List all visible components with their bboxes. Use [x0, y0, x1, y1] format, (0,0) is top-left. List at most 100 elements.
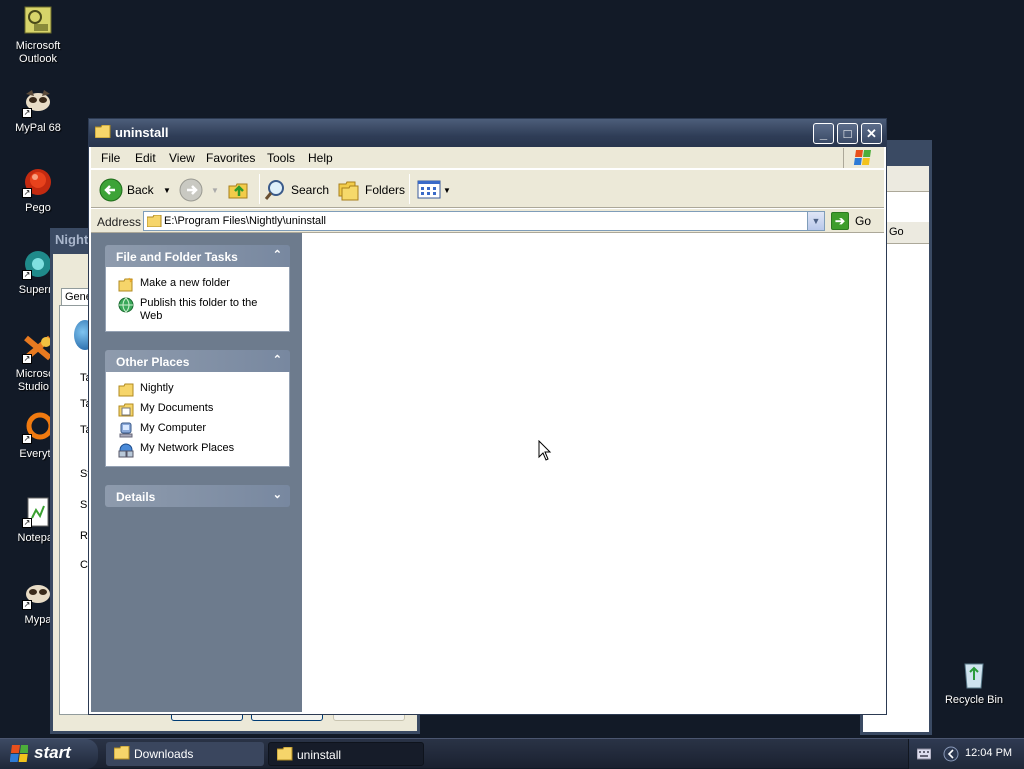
- file-folder-tasks-header[interactable]: File and Folder Tasks ⌃: [105, 245, 290, 267]
- title-bar[interactable]: uninstall _ □ ✕: [89, 119, 886, 147]
- outlook-icon: [22, 4, 54, 36]
- views-dropdown-icon: ▼: [443, 186, 451, 195]
- windows-flag-icon: [9, 745, 29, 763]
- go-button[interactable]: ➔ Go: [831, 211, 881, 231]
- desktop-icon-label: MyPal 68: [15, 122, 61, 134]
- address-bar: Address E:\Program Files\Nightly\uninsta…: [91, 209, 884, 233]
- expand-chevron-icon[interactable]: ⌄: [273, 488, 282, 501]
- desktop-icon-recycle-bin[interactable]: Recycle Bin: [936, 658, 1012, 707]
- task-item-label: Make a new folder: [140, 277, 230, 289]
- views-button[interactable]: ▼: [417, 178, 451, 202]
- address-dropdown-icon[interactable]: ▼: [807, 212, 824, 230]
- search-button[interactable]: Search: [263, 178, 329, 202]
- panel-body: Nightly My Documents My Computer My Netw…: [105, 372, 290, 467]
- search-label: Search: [291, 183, 330, 197]
- taskbar-button-uninstall[interactable]: uninstall: [268, 742, 424, 766]
- menu-file[interactable]: File: [101, 151, 120, 165]
- task-item-label: Publish this folder to the Web: [140, 297, 258, 322]
- place-label: My Network Places: [140, 442, 235, 454]
- back-dropdown-icon[interactable]: ▼: [163, 186, 171, 195]
- other-places-header[interactable]: Other Places ⌃: [105, 350, 290, 372]
- views-grid-icon: [417, 178, 443, 205]
- forward-button[interactable]: [179, 178, 209, 202]
- show-hidden-icons-icon[interactable]: [943, 746, 959, 765]
- shortcut-arrow-icon: ↗: [22, 518, 32, 528]
- start-button[interactable]: start: [0, 739, 98, 769]
- search-icon: [263, 178, 287, 205]
- menu-bar: File Edit View Favorites Tools Help: [91, 147, 884, 169]
- file-folder-tasks-panel: File and Folder Tasks ⌃ Make a new folde…: [105, 245, 290, 332]
- panel-body: Make a new folder Publish this folder to…: [105, 267, 290, 332]
- address-label: Address: [97, 215, 142, 229]
- taskbar-button-downloads[interactable]: Downloads: [106, 742, 264, 766]
- start-label: start: [34, 743, 71, 762]
- forward-dropdown-icon[interactable]: ▼: [211, 186, 219, 195]
- window-title: uninstall: [115, 125, 169, 140]
- shortcut-arrow-icon: ↗: [22, 108, 32, 118]
- make-new-folder-link[interactable]: Make a new folder: [106, 275, 289, 295]
- minimize-icon: _: [819, 126, 828, 141]
- windows-logo-icon: [843, 148, 881, 168]
- new-folder-icon: [118, 277, 134, 293]
- mypal-icon: ↗: [22, 86, 54, 118]
- menu-favorites[interactable]: Favorites: [206, 151, 255, 165]
- shortcut-arrow-icon: ↗: [22, 600, 32, 610]
- back-button[interactable]: Back: [99, 178, 161, 202]
- close-icon: ✕: [866, 126, 877, 141]
- forward-arrow-icon: [179, 178, 203, 205]
- desktop-icon-outlook[interactable]: Microsoft Outlook: [0, 4, 76, 66]
- desktop-icon-label: Pego: [25, 202, 51, 214]
- back-label: Back: [127, 183, 154, 197]
- standard-toolbar: Back ▼ ▼ Search Folders ▼: [91, 170, 884, 208]
- shortcut-arrow-icon: ↗: [22, 270, 32, 280]
- collapse-chevron-icon[interactable]: ⌃: [273, 248, 282, 261]
- taskbar: start Downloads uninstall 12:04 PM: [0, 738, 1024, 769]
- address-value: E:\Program Files\Nightly\uninstall: [164, 215, 327, 227]
- folder-icon: [146, 214, 162, 230]
- desktop-icon-pego[interactable]: ↗ Pego: [0, 166, 76, 215]
- folder-icon: [118, 382, 134, 398]
- place-label: My Computer: [140, 422, 207, 434]
- desktop-icon-label: Microsoft Outlook: [15, 40, 61, 65]
- explorer-window[interactable]: uninstall _ □ ✕ File Edit View Favorites…: [88, 118, 887, 715]
- go-label: Go: [855, 214, 872, 228]
- back-arrow-icon: [99, 178, 123, 205]
- taskbar-button-label: uninstall: [297, 748, 342, 762]
- maximize-button[interactable]: □: [837, 123, 858, 144]
- menu-help[interactable]: Help: [308, 151, 333, 165]
- keyboard-tray-icon[interactable]: [916, 748, 932, 763]
- menu-tools[interactable]: Tools: [267, 151, 295, 165]
- minimize-button[interactable]: _: [813, 123, 834, 144]
- my-computer-icon: [118, 422, 134, 438]
- place-my-network-places-link[interactable]: My Network Places: [106, 440, 289, 460]
- panel-title: Details: [116, 490, 156, 504]
- close-button[interactable]: ✕: [861, 123, 882, 144]
- up-folder-icon: [227, 178, 251, 205]
- my-documents-icon: [118, 402, 134, 418]
- menu-edit[interactable]: Edit: [135, 151, 156, 165]
- place-nightly-link[interactable]: Nightly: [106, 380, 289, 400]
- clock[interactable]: 12:04 PM: [965, 747, 1012, 759]
- place-my-computer-link[interactable]: My Computer: [106, 420, 289, 440]
- shortcut-arrow-icon: ↗: [22, 434, 32, 444]
- folders-button[interactable]: Folders: [337, 178, 405, 202]
- menu-view[interactable]: View: [169, 151, 195, 165]
- collapse-chevron-icon[interactable]: ⌃: [273, 353, 282, 366]
- shortcut-arrow-icon: ↗: [22, 188, 32, 198]
- details-header[interactable]: Details ⌄: [105, 485, 290, 507]
- background-go-label: Go: [889, 226, 904, 238]
- file-list-area[interactable]: [302, 233, 884, 712]
- place-label: Nightly: [140, 382, 174, 394]
- address-input[interactable]: E:\Program Files\Nightly\uninstall ▼: [143, 211, 825, 231]
- system-tray: 12:04 PM: [908, 739, 1024, 769]
- folders-icon: [337, 178, 361, 205]
- place-label: My Documents: [140, 402, 214, 414]
- desktop-icon-mypal[interactable]: ↗ MyPal 68: [0, 86, 76, 135]
- toolbar-separator: [409, 174, 410, 204]
- place-my-documents-link[interactable]: My Documents: [106, 400, 289, 420]
- up-folder-button[interactable]: [227, 178, 253, 202]
- mouse-cursor-icon: [538, 439, 552, 465]
- desktop-icon-label: Recycle Bin: [944, 694, 1004, 706]
- publish-folder-web-link[interactable]: Publish this folder to the Web: [106, 295, 289, 325]
- go-arrow-icon: ➔: [831, 212, 849, 230]
